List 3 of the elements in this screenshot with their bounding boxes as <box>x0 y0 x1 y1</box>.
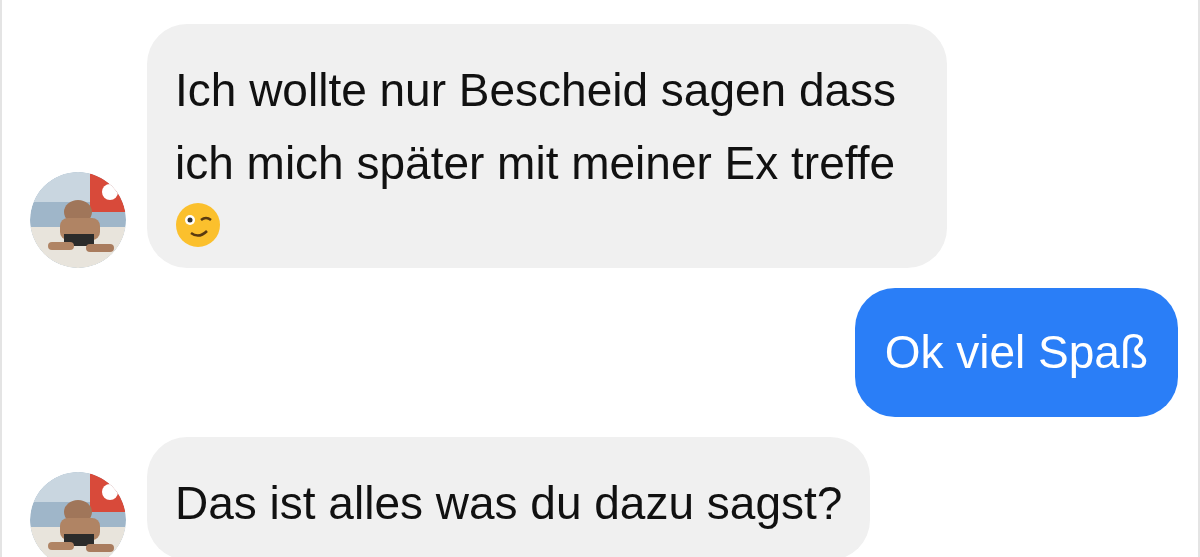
message-text: Ok viel Spaß <box>884 325 1148 380</box>
message-text: Ich wollte nur Bescheid sagen dass ich mich später mit meiner Ex treffe <box>175 63 898 191</box>
message-text: Das ist alles was du dazu sagst? <box>175 476 843 531</box>
